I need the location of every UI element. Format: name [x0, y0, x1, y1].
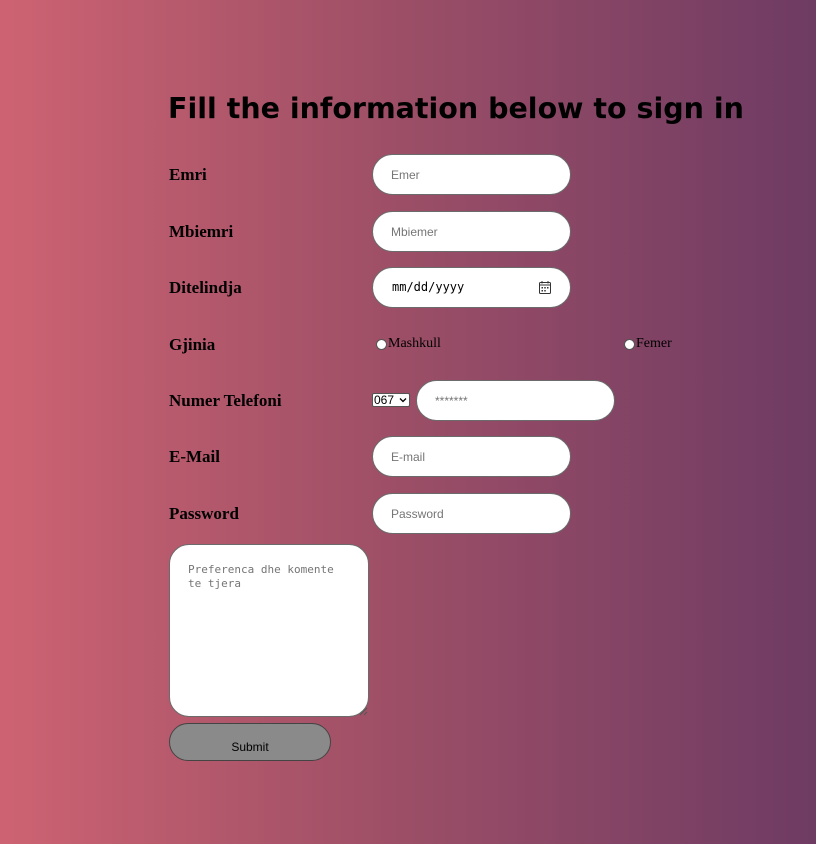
- phone-prefix-value: 067: [374, 393, 395, 407]
- female-radio-label: Femer: [636, 336, 672, 351]
- birthdate-label: Ditelindja: [169, 278, 242, 297]
- gender-option-female[interactable]: Femer: [624, 336, 672, 352]
- submit-button[interactable]: Submit: [169, 723, 331, 761]
- phone-prefix-select[interactable]: 067: [372, 393, 410, 407]
- last-name-label: Mbiemri: [169, 222, 234, 241]
- email-input[interactable]: [372, 436, 571, 477]
- first-name-input[interactable]: [372, 154, 571, 195]
- female-radio[interactable]: [624, 338, 635, 350]
- phone-label: Numer Telefoni: [169, 391, 282, 410]
- gender-option-male[interactable]: Mashkull: [376, 336, 441, 352]
- email-label: E-Mail: [169, 447, 220, 466]
- password-input[interactable]: [372, 493, 571, 534]
- resize-handle-icon[interactable]: [358, 706, 368, 716]
- birthdate-value: mm/dd/yyyy: [392, 280, 465, 294]
- calendar-icon[interactable]: [539, 281, 551, 294]
- phone-input[interactable]: [416, 380, 615, 421]
- chevron-down-icon: [399, 398, 407, 403]
- comments-textarea[interactable]: [169, 544, 369, 717]
- male-radio[interactable]: [376, 338, 387, 350]
- gender-label: Gjinia: [169, 335, 216, 354]
- male-radio-label: Mashkull: [388, 336, 441, 351]
- birthdate-input[interactable]: mm/dd/yyyy: [372, 267, 571, 308]
- last-name-input[interactable]: [372, 211, 571, 252]
- first-name-label: Emri: [169, 165, 207, 184]
- password-label: Password: [169, 504, 239, 523]
- page-title: Fill the information below to sign in: [168, 92, 744, 125]
